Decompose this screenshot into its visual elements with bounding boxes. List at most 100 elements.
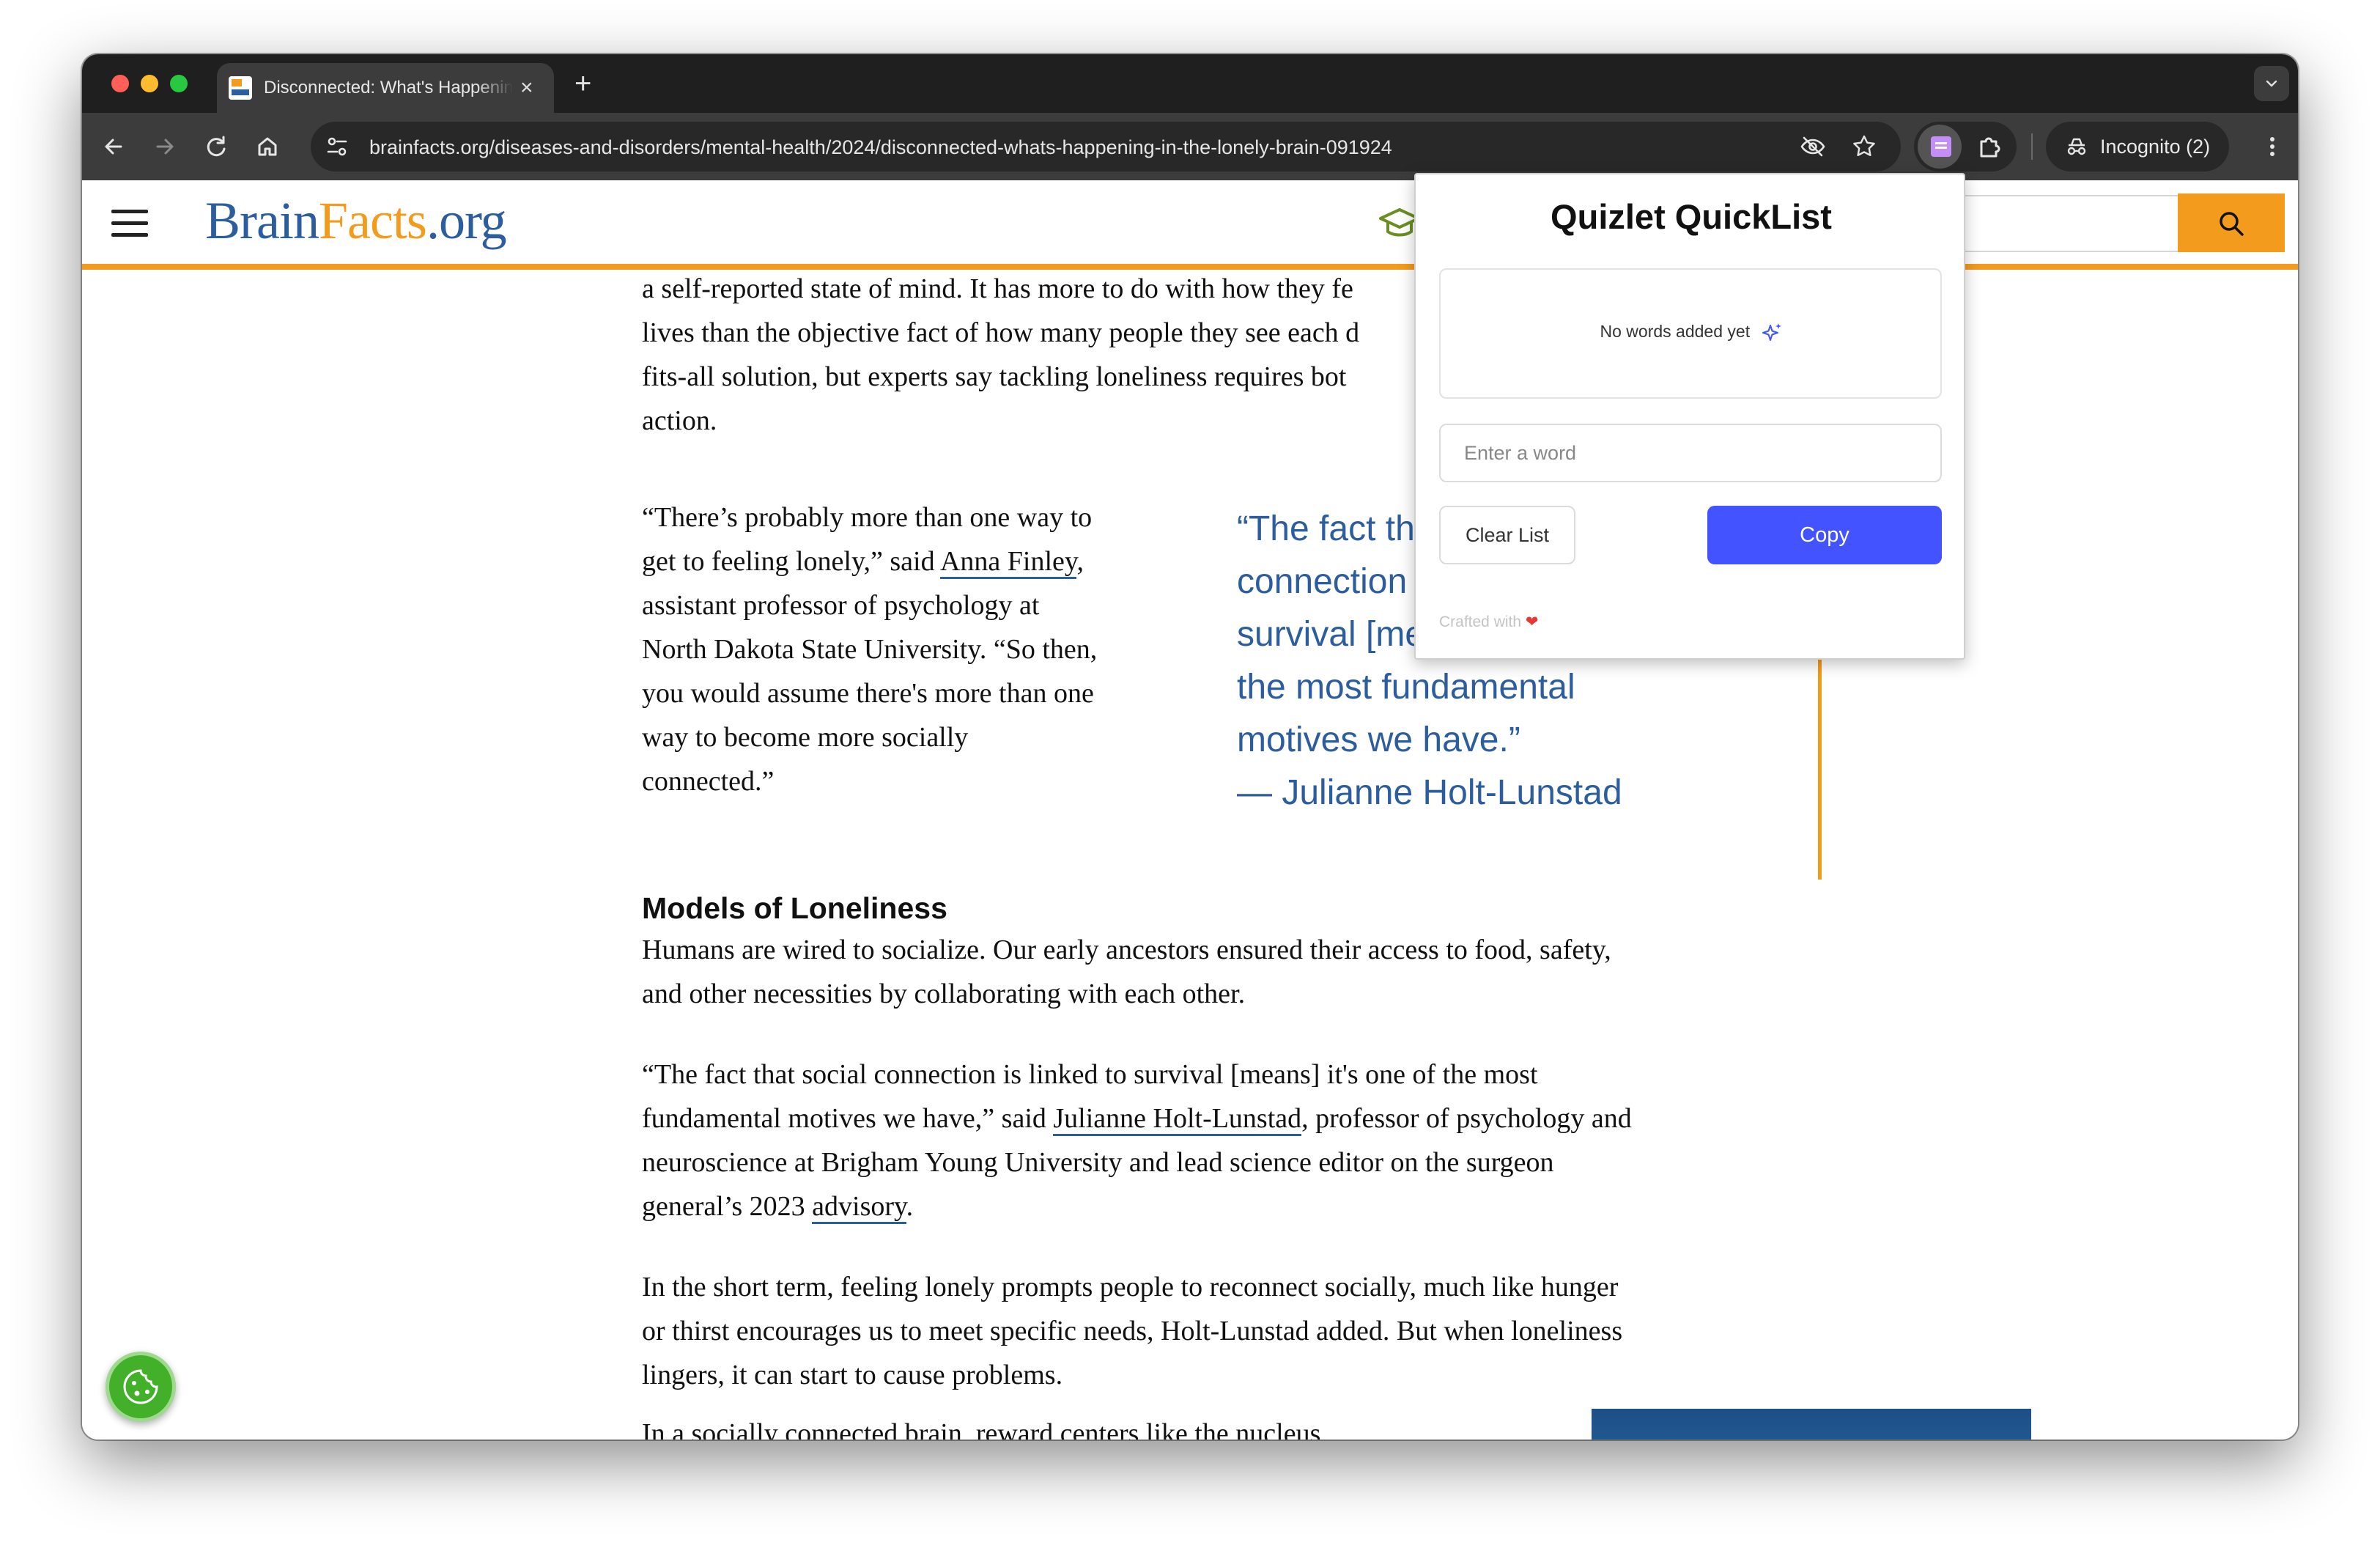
text-span: . <box>906 1191 914 1222</box>
cookie-icon <box>123 1369 158 1404</box>
logo-facts-text: Facts <box>318 191 427 250</box>
quizlet-icon <box>1931 136 1951 157</box>
window-zoom-button[interactable] <box>170 75 188 92</box>
brainfacts-favicon-icon <box>229 76 252 100</box>
anna-finley-link[interactable]: Anna Finley <box>939 546 1077 579</box>
cookie-settings-button[interactable] <box>106 1352 176 1422</box>
text-line: or thirst encourages us to meet specific… <box>642 1316 1623 1346</box>
short-term-paragraph: In the short term, feeling lonely prompt… <box>642 1265 1814 1397</box>
text-line: way to become more socially <box>642 722 969 753</box>
extensions-button[interactable] <box>1973 130 2006 163</box>
web-page: a self-reported state of mind. It has mo… <box>82 180 2298 1440</box>
heart-icon: ❤ <box>1525 613 1539 630</box>
advisory-link[interactable]: advisory <box>812 1191 906 1224</box>
text-line: a self-reported state of mind. It has mo… <box>642 273 1353 304</box>
text-line: In the short term, feeling lonely prompt… <box>642 1272 1619 1302</box>
tab-search-button[interactable] <box>2254 66 2289 101</box>
incognito-label: Incognito (2) <box>2100 135 2211 158</box>
text-line: assistant professor of psychology at <box>642 590 1040 621</box>
back-button[interactable] <box>97 130 130 163</box>
quote-line: the most fundamental <box>1237 668 1575 707</box>
text-line: lingers, it can start to cause problems. <box>642 1360 1063 1390</box>
arrow-left-icon <box>105 139 122 155</box>
empty-state-text: No words added yet <box>1600 322 1751 342</box>
home-button[interactable] <box>251 130 284 163</box>
tab-strip: Disconnected: What's Happening in the Lo… <box>82 54 2298 113</box>
text-span: general’s 2023 <box>642 1191 813 1222</box>
address-bar[interactable]: brainfacts.org/diseases-and-disorders/me… <box>311 122 1901 172</box>
incognito-icon <box>2067 138 2086 155</box>
site-settings-icon[interactable] <box>322 132 352 161</box>
nucleus-paragraph: In a socially connected brain, reward ce… <box>642 1412 1448 1440</box>
empty-state: No words added yet <box>1441 321 1943 344</box>
article-figure-image <box>1592 1409 2031 1440</box>
chevron-down-icon <box>2266 80 2277 87</box>
window-minimize-button[interactable] <box>141 75 158 92</box>
forward-button[interactable] <box>148 130 182 163</box>
toolbar-divider <box>2031 133 2033 160</box>
bookmark-star-icon[interactable] <box>1849 132 1879 161</box>
browser-window: Disconnected: What's Happening in the Lo… <box>82 54 2298 1440</box>
eye-off-icon[interactable] <box>1798 132 1828 161</box>
holt-lunstad-paragraph: “The fact that social connection is link… <box>642 1053 1814 1228</box>
sparkle-icon <box>1762 323 1782 341</box>
puzzle-icon <box>1980 137 2000 158</box>
new-tab-button[interactable]: + <box>574 64 591 103</box>
logo-org-text: .org <box>426 191 507 250</box>
article-body: a self-reported state of mind. It has mo… <box>82 180 2298 1440</box>
site-search-input[interactable] <box>1958 195 2178 252</box>
more-vertical-icon <box>2270 137 2274 156</box>
search-icon <box>2220 212 2244 236</box>
tab-active[interactable]: Disconnected: What's Happening in the Lo… <box>217 63 554 113</box>
julianne-holt-lunstad-link[interactable]: Julianne Holt-Lunstad <box>1053 1103 1302 1136</box>
text-line: Humans are wired to socialize. Our early… <box>642 935 1611 965</box>
logo-brain-text: Brain <box>205 191 319 250</box>
text-line: and other necessities by collaborating w… <box>642 978 1246 1009</box>
tab-title: Disconnected: What's Happening in the Lo… <box>264 78 513 97</box>
incognito-profile-button[interactable]: Incognito (2) <box>2046 122 2229 172</box>
footer-text: Crafted with <box>1439 613 1522 630</box>
text-line: “The fact that social connection is link… <box>642 1059 1538 1090</box>
text-span: , professor of psychology and <box>1301 1103 1632 1134</box>
text-line: neuroscience at Brigham Young University… <box>642 1147 1554 1178</box>
text-line: fundamental motives we have,” said Julia… <box>642 1096 1814 1140</box>
text-line: North Dakota State University. “So then, <box>642 634 1098 665</box>
brainfacts-logo[interactable]: BrainFacts.org <box>205 191 507 251</box>
reload-button[interactable] <box>199 130 233 163</box>
text-span: fundamental motives we have,” said <box>642 1103 1054 1134</box>
word-input[interactable] <box>1439 424 1942 482</box>
text-line: fits-all solution, but experts say tackl… <box>642 361 1347 392</box>
url-text: brainfacts.org/diseases-and-disorders/me… <box>369 136 1392 158</box>
text-span: get to feeling lonely,” said <box>642 546 940 577</box>
section-heading: Models of Loneliness <box>642 891 947 925</box>
text-line: connected.” <box>642 766 775 797</box>
site-search-button[interactable] <box>2178 194 2285 252</box>
hamburger-menu-icon[interactable] <box>111 210 148 237</box>
popup-title: Quizlet QuickList <box>1551 197 1832 236</box>
quizlet-quicklist-popup: Quizlet QuickList No words added yet Cle… <box>1414 173 1965 660</box>
quote-line: motives we have.” <box>1237 720 1520 759</box>
finley-paragraph: “There’s probably more than one way to g… <box>642 495 1169 803</box>
browser-menu-button[interactable] <box>2255 130 2289 163</box>
quizlet-extension-button[interactable] <box>1918 125 1962 169</box>
intro-paragraph: a self-reported state of mind. It has mo… <box>642 267 1521 443</box>
text-line: general’s 2023 advisory. <box>642 1184 1814 1228</box>
copy-button[interactable]: Copy <box>1707 506 1942 564</box>
text-line: you would assume there's more than one <box>642 678 1094 709</box>
word-list-area: No words added yet <box>1439 268 1942 399</box>
tab-close-icon[interactable]: × <box>520 77 533 99</box>
text-line: In a socially connected brain, reward ce… <box>642 1418 1321 1440</box>
home-icon <box>258 137 277 156</box>
reload-icon <box>207 136 226 157</box>
quote-attribution: — Julianne Holt-Lunstad <box>1237 773 1622 812</box>
humans-paragraph: Humans are wired to socialize. Our early… <box>642 928 1814 1016</box>
text-line: action. <box>642 405 717 436</box>
text-span: , <box>1076 546 1084 577</box>
text-line: lives than the objective fact of how man… <box>642 317 1360 348</box>
text-line: get to feeling lonely,” said Anna Finley… <box>642 539 1169 583</box>
browser-toolbar: brainfacts.org/diseases-and-disorders/me… <box>82 113 2298 180</box>
arrow-right-icon <box>156 139 174 155</box>
text-line: “There’s probably more than one way to <box>642 502 1093 533</box>
window-close-button[interactable] <box>111 75 129 92</box>
clear-list-button[interactable]: Clear List <box>1439 506 1575 564</box>
